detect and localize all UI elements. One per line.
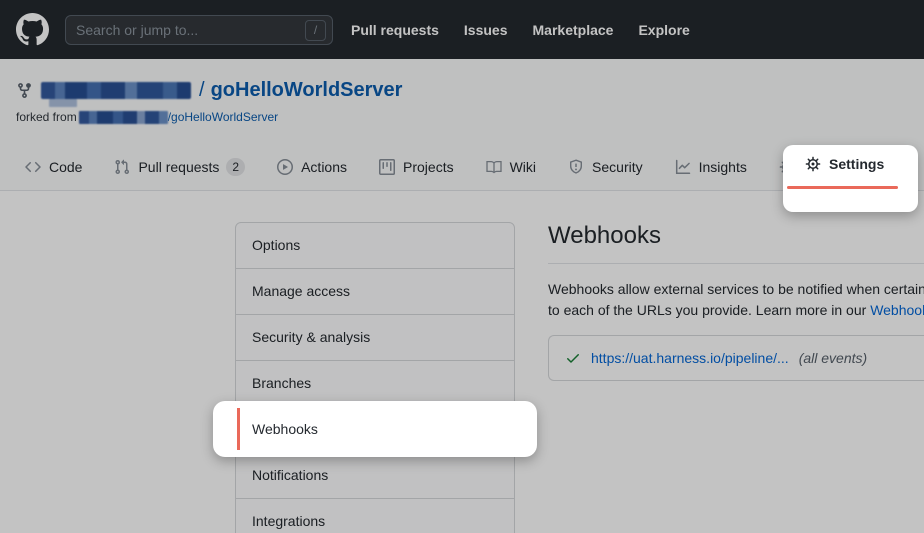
spotlight-settings-content: Settings <box>805 156 884 172</box>
spotlight-settings-tab[interactable]: Settings <box>783 145 918 212</box>
spotlight-webhooks-item[interactable]: Webhooks <box>213 401 537 457</box>
selected-item-accent-bar <box>237 408 240 450</box>
gear-icon <box>805 156 821 172</box>
selected-tab-underline <box>787 186 898 189</box>
github-settings-page: / Pull requests Issues Marketplace Explo… <box>0 0 924 533</box>
